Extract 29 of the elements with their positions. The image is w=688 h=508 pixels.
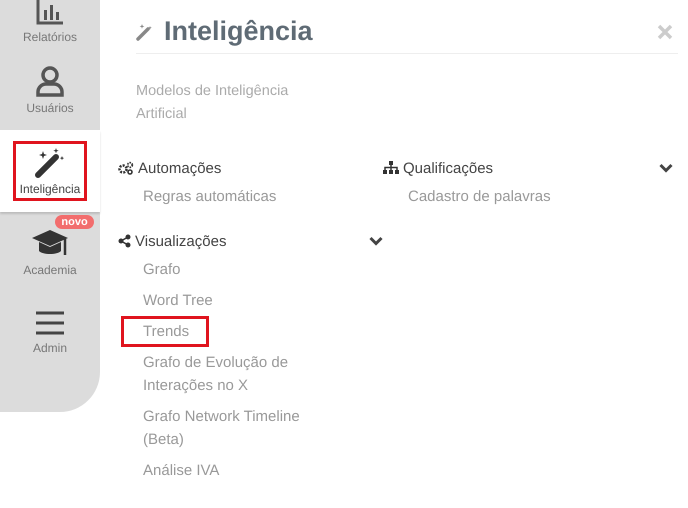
magic-wand-icon — [34, 146, 66, 178]
sidebar-item[interactable]: novo Academia — [0, 212, 100, 292]
panel-title: Inteligência — [164, 16, 314, 47]
section-heading: Qualificações — [403, 160, 494, 176]
menu-icon — [34, 309, 65, 337]
chevron-down-icon[interactable] — [659, 163, 673, 173]
menu-link[interactable]: Grafo de Evolução de Interações no X — [143, 349, 343, 399]
sitemap-icon — [383, 161, 399, 175]
menu-link[interactable]: Regras automáticas — [143, 183, 343, 210]
sidebar-item[interactable]: Inteligência — [0, 130, 100, 212]
share-icon — [118, 234, 131, 248]
description-text: Modelos de Inteligência Artificial — [136, 82, 290, 124]
new-badge: novo — [55, 215, 94, 229]
sidebar-item[interactable]: Admin — [0, 292, 100, 372]
sidebar-item[interactable]: Relatórios — [0, 0, 100, 50]
bar-chart-icon — [35, 0, 65, 26]
user-icon — [34, 65, 65, 97]
menu-link[interactable]: Cadastro de palavras — [408, 183, 608, 210]
menu-link[interactable]: Trends — [123, 318, 208, 345]
menu-link[interactable]: Grafo — [143, 256, 343, 283]
section-heading: Visualizações — [135, 232, 228, 250]
section-heading: Automações — [138, 160, 222, 176]
sidebar-item[interactable]: Usuários — [0, 50, 100, 130]
menu-link[interactable]: Grafo Network Timeline (Beta) — [143, 403, 343, 453]
menu-link[interactable]: Análise IVA — [143, 457, 343, 484]
gears-icon — [118, 161, 134, 175]
magic-wand-icon — [136, 22, 154, 40]
menu-link[interactable]: Word Tree — [143, 287, 343, 314]
chevron-down-icon[interactable] — [369, 236, 383, 246]
